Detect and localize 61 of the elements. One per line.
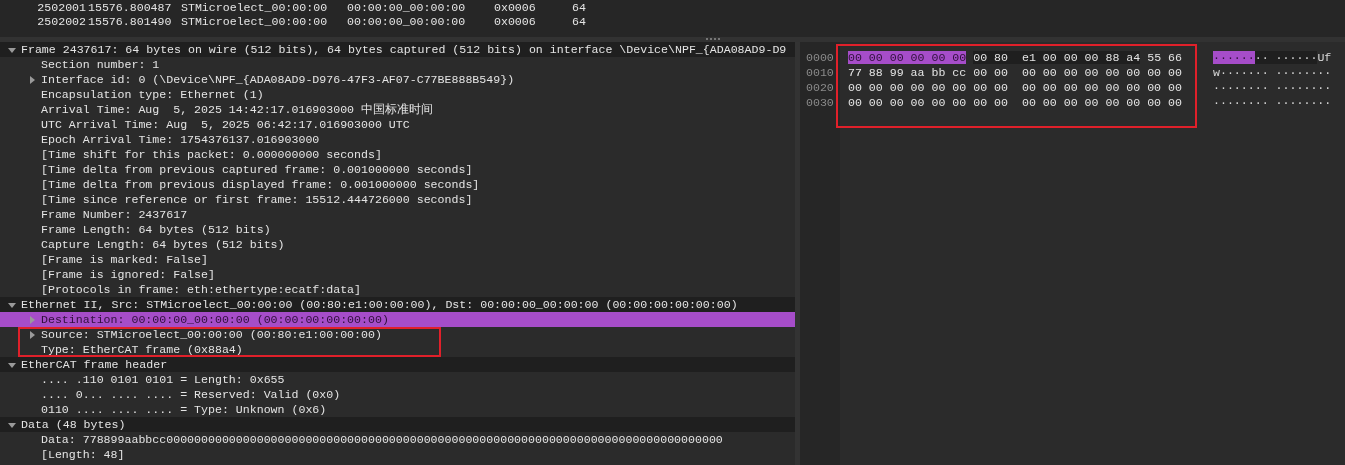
table-cell: STMicroelect_00:00:00 (181, 1, 328, 14)
tree-item[interactable]: Epoch Arrival Time: 1754376137.016903000 (0, 132, 795, 147)
table-cell: STMicroelect_00:00:00 (181, 15, 328, 28)
tree-item[interactable]: [Time shift for this packet: 0.000000000 seconds] (0, 147, 795, 162)
table-cell: 00:00:00_00:00:00 (347, 15, 466, 28)
ascii-text: Uf (1317, 51, 1332, 64)
table-cell: 64 (572, 15, 586, 28)
tree-item[interactable]: Ethernet II, Src: STMicroelect_00:00:00 (00:80:e1:00:00:00), Dst: 00:00:00_00:00:00 (00:00:00:00:00:00) (0, 297, 795, 312)
tree-item[interactable]: Encapsulation type: Ethernet (1) (0, 87, 795, 102)
tree-item[interactable]: [Frame is marked: False] (0, 252, 795, 267)
tree-item[interactable]: Arrival Time: Aug 5, 2025 14:42:17.016903000 中国标准时间 (0, 102, 795, 117)
tree-item[interactable]: .... .110 0101 0101 = Length: 0x655 (0, 372, 795, 387)
hex-bytes: 00 00 00 00 00 00 (848, 51, 967, 64)
hex-bytes: 55 66 (1147, 51, 1182, 64)
table-cell: 2502001 (37, 1, 86, 14)
tree-item[interactable]: Data (48 bytes) (0, 417, 795, 432)
ascii-text: ·· ······ (1254, 51, 1318, 64)
offset-label: 0010 (806, 65, 834, 80)
tree-item[interactable]: Source: STMicroelect_00:00:00 (00:80:e1:00:00:00) (0, 327, 795, 342)
tree-item[interactable]: [Frame is ignored: False] (0, 267, 795, 282)
ascii-text: ········ ········ (1213, 96, 1332, 109)
tree-item[interactable]: 0110 .... .... .... = Type: Unknown (0x6) (0, 402, 795, 417)
ascii-text: w······· ········ (1213, 66, 1332, 79)
tree-item[interactable]: Frame Length: 64 bytes (512 bits) (0, 222, 795, 237)
tree-item[interactable]: Data: 778899aabbcc00000000000000000000000000000000000000000000000000000000000000000000000000000000 (0, 432, 795, 447)
ascii-text: ······ (1213, 51, 1255, 64)
tree-item[interactable]: Frame Number: 2437617 (0, 207, 795, 222)
collapse-arrow-icon[interactable] (8, 420, 16, 429)
table-cell: 15576.801490 (88, 15, 172, 28)
table-cell: 2502002 (37, 15, 86, 28)
hex-bytes: 00 00 00 00 00 00 00 00 00 00 00 00 00 00 00 00 (848, 81, 1182, 94)
tree-item[interactable]: [Time delta from previous captured frame: 0.001000000 seconds] (0, 162, 795, 177)
tree-item[interactable]: Frame 2437617: 64 bytes on wire (512 bits), 64 bytes captured (512 bits) on interface \Device\NPF_{ADA08AD9-D9 (0, 42, 795, 57)
hex-bytes: 77 88 99 aa bb cc 00 00 00 00 00 00 00 00 00 00 (848, 66, 1182, 79)
tree-item[interactable]: .... 0... .... .... = Reserved: Valid (0x0) (0, 387, 795, 402)
tree-item[interactable]: Capture Length: 64 bytes (512 bits) (0, 237, 795, 252)
tree-item[interactable]: [Length: 48] (0, 447, 795, 462)
offset-label: 0000 (806, 50, 834, 65)
tree-item[interactable]: UTC Arrival Time: Aug 5, 2025 06:42:17.016903000 UTC (0, 117, 795, 132)
table-cell: 64 (572, 1, 586, 14)
collapse-arrow-icon[interactable] (8, 300, 16, 309)
table-cell: 15576.800487 (88, 1, 172, 14)
tree-item[interactable]: [Time since reference or first frame: 15512.444726000 seconds] (0, 192, 795, 207)
hex-bytes: 00 00 00 00 00 00 00 00 00 00 00 00 00 00 00 00 (848, 96, 1182, 109)
tree-item[interactable]: [Time delta from previous displayed frame: 0.001000000 seconds] (0, 177, 795, 192)
tree-item[interactable]: [Protocols in frame: eth:ethertype:ecatf:data] (0, 282, 795, 297)
collapse-arrow-icon[interactable] (8, 360, 16, 369)
offset-label: 0020 (806, 80, 834, 95)
tree-item[interactable]: Section number: 1 (0, 57, 795, 72)
offset-label: 0030 (806, 95, 834, 110)
table-cell: 00:00:00_00:00:00 (347, 1, 466, 14)
tree-item[interactable]: Type: EtherCAT frame (0x88a4) (0, 342, 795, 357)
table-cell: 0x0006 (494, 15, 536, 28)
ascii-text: ········ ········ (1213, 81, 1332, 94)
tree-item[interactable]: EtherCAT frame header (0, 357, 795, 372)
table-cell: 0x0006 (494, 1, 536, 14)
tree-item[interactable]: Interface id: 0 (\Device\NPF_{ADA08AD9-D976-47F3-AF07-C77BE888B549}) (0, 72, 795, 87)
hex-bytes: 00 80 e1 00 00 00 88 a4 (973, 51, 1141, 64)
tree-item[interactable]: Destination: 00:00:00_00:00:00 (00:00:00:00:00:00) (0, 312, 795, 327)
collapse-arrow-icon[interactable] (8, 45, 16, 54)
expand-arrow-icon[interactable] (28, 75, 36, 84)
